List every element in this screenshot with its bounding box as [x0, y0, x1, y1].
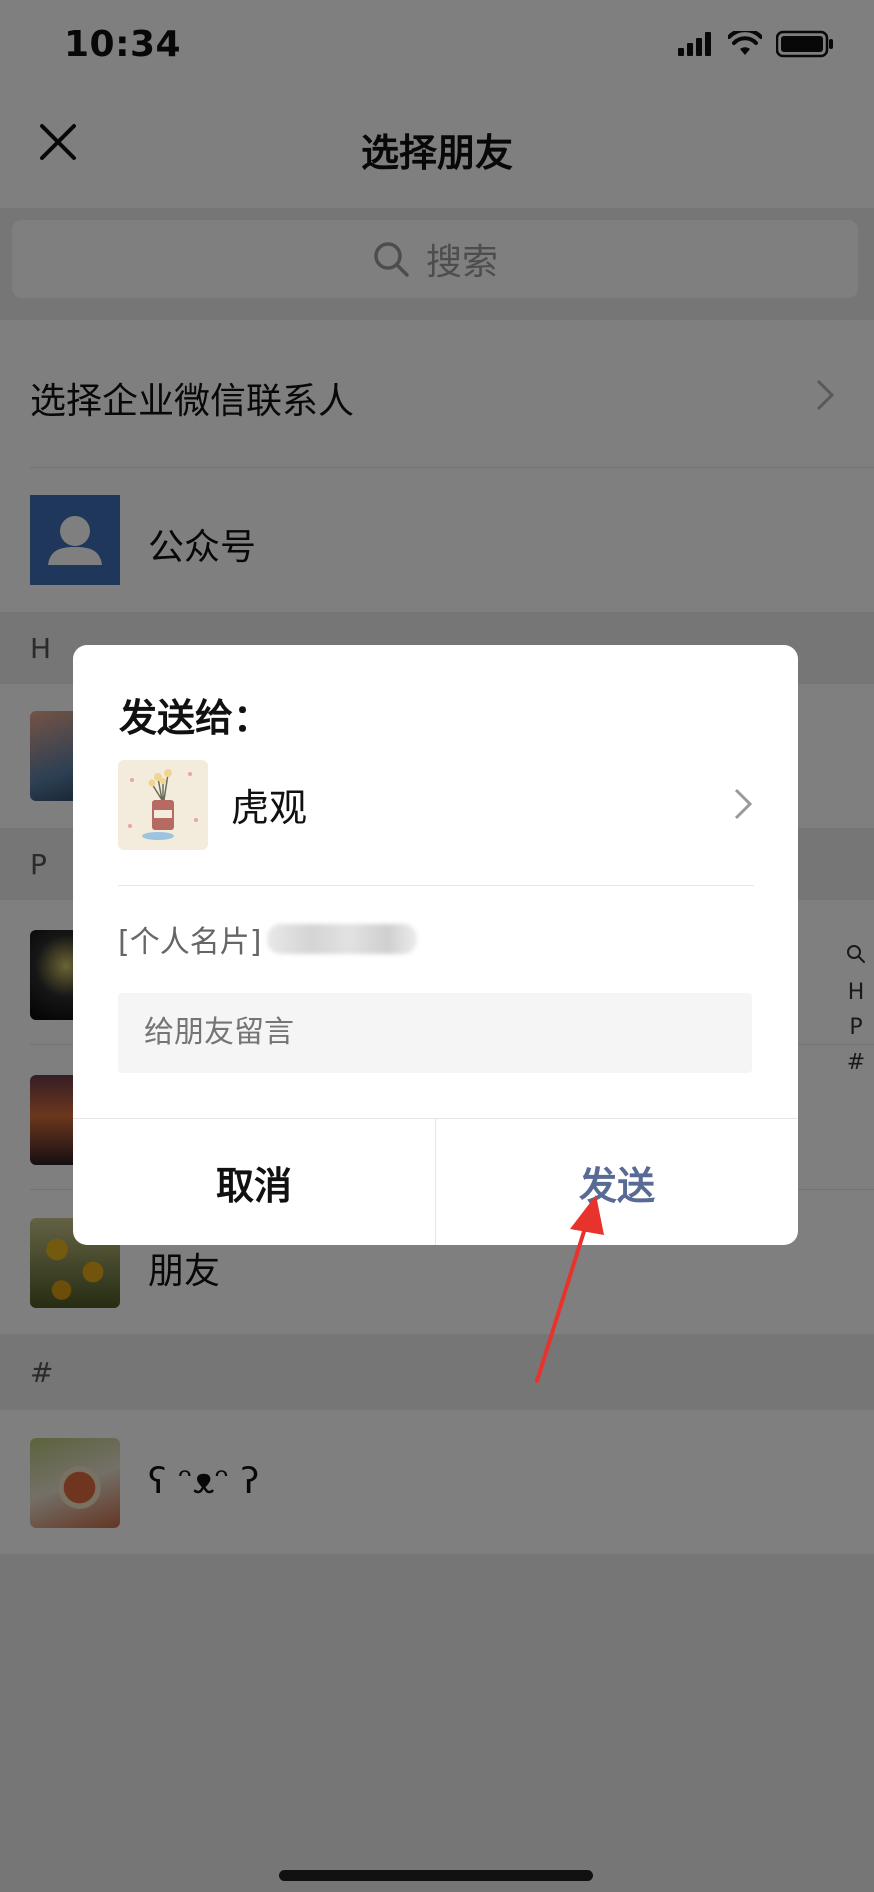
send-button[interactable]: 发送 — [436, 1119, 798, 1245]
recipient-avatar — [118, 760, 208, 850]
recipient-name[interactable]: 虎观 — [231, 777, 307, 832]
send-dialog: 发送给： 虎观 [个人名片] 取消 发送 — [73, 645, 798, 1245]
vase-flowers-avatar-image — [118, 760, 208, 850]
blurred-card-name — [267, 924, 418, 954]
cancel-button[interactable]: 取消 — [73, 1119, 436, 1245]
message-input[interactable] — [118, 993, 752, 1073]
personal-card-preview: [个人名片] — [118, 917, 418, 961]
dialog-divider — [118, 885, 754, 886]
home-indicator[interactable] — [279, 1870, 593, 1881]
card-label: [个人名片] — [118, 925, 262, 960]
dialog-button-bar: 取消 发送 — [73, 1118, 798, 1245]
dialog-title: 发送给： — [119, 696, 272, 740]
chevron-right-icon[interactable] — [733, 787, 753, 821]
annotation-arrow-icon — [535, 1195, 604, 1383]
